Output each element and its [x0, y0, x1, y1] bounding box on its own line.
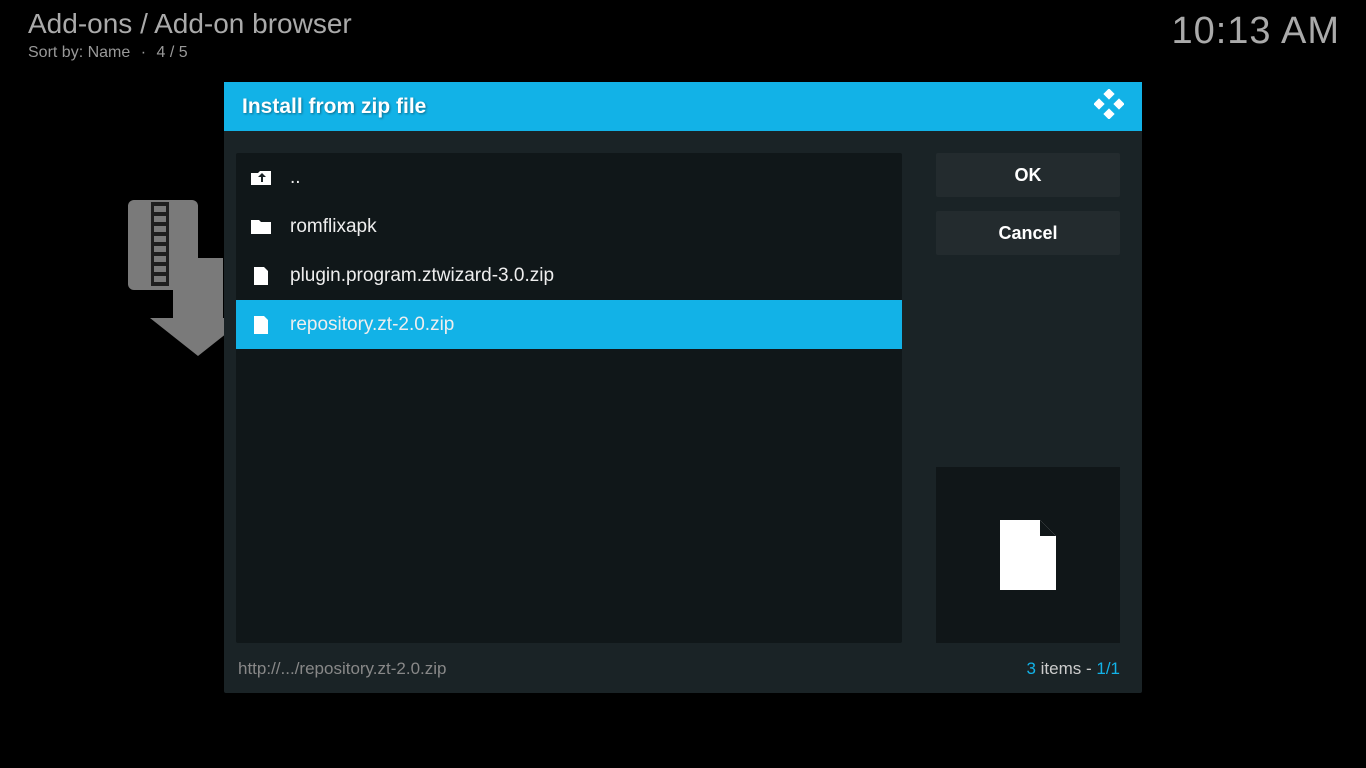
file-list[interactable]: .. romflixapk plugin.program.ztwizard-3.… [236, 153, 902, 643]
subheader: Sort by: Name · 4 / 5 [28, 44, 1338, 62]
position-label: 4 / 5 [157, 44, 188, 61]
file-label: romflixapk [290, 216, 377, 238]
item-count: 3 items - 1/1 [1026, 659, 1120, 679]
kodi-logo-icon [1094, 89, 1124, 124]
preview-thumbnail [936, 467, 1120, 643]
file-row-zip[interactable]: plugin.program.ztwizard-3.0.zip [236, 251, 902, 300]
file-icon [250, 315, 272, 335]
cancel-button[interactable]: Cancel [936, 211, 1120, 255]
file-label: repository.zt-2.0.zip [290, 314, 454, 336]
ok-button[interactable]: OK [936, 153, 1120, 197]
dialog-header: Install from zip file [224, 82, 1142, 131]
count-number: 3 [1026, 659, 1035, 678]
install-zip-dialog: Install from zip file .. romflixa [224, 82, 1142, 693]
file-row-zip-selected[interactable]: repository.zt-2.0.zip [236, 300, 902, 349]
sort-label: Sort by: Name [28, 44, 130, 61]
file-row-folder[interactable]: romflixapk [236, 202, 902, 251]
folder-icon [250, 218, 272, 236]
current-path: http://.../repository.zt-2.0.zip [238, 659, 447, 679]
clock: 10:13 AM [1171, 10, 1340, 53]
dialog-footer: http://.../repository.zt-2.0.zip 3 items… [224, 653, 1142, 693]
file-label: plugin.program.ztwizard-3.0.zip [290, 265, 554, 287]
breadcrumb: Add-ons / Add-on browser [28, 8, 1338, 40]
file-label: .. [290, 167, 301, 189]
file-icon [250, 266, 272, 286]
page-indicator: 1/1 [1096, 659, 1120, 678]
file-row-parent[interactable]: .. [236, 153, 902, 202]
page-header: Add-ons / Add-on browser Sort by: Name ·… [28, 8, 1338, 62]
count-word: items - [1036, 659, 1096, 678]
dialog-sidebar: OK Cancel [936, 153, 1120, 643]
separator: · [141, 44, 146, 61]
dialog-title: Install from zip file [242, 95, 426, 119]
file-preview-icon [998, 518, 1058, 592]
folder-up-icon [250, 169, 272, 187]
